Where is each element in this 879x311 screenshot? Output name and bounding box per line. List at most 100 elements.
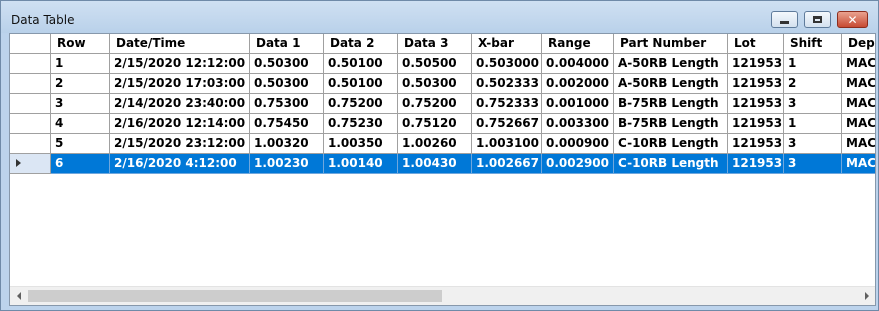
cell-data2[interactable]: 0.50100 — [324, 74, 398, 94]
row-header[interactable] — [10, 134, 51, 154]
cell-range[interactable]: 0.001000 — [542, 94, 614, 114]
column-header-part-number[interactable]: Part Number — [614, 34, 728, 54]
cell-lot[interactable]: 121953 — [728, 94, 784, 114]
row-header[interactable] — [10, 54, 51, 74]
cell-xbar[interactable]: 0.503000 — [472, 54, 542, 74]
cell-range[interactable]: 0.004000 — [542, 54, 614, 74]
scroll-right-button[interactable] — [858, 287, 875, 305]
cell-dept[interactable]: MAC — [842, 134, 875, 154]
cell-dept[interactable]: MAC — [842, 94, 875, 114]
cell-lot[interactable]: 121953 — [728, 154, 784, 174]
scroll-right-icon — [864, 292, 869, 300]
cell-data2[interactable]: 0.50100 — [324, 54, 398, 74]
table-row-selected[interactable]: 6 2/16/2020 4:12:00 1.00230 1.00140 1.00… — [10, 154, 875, 174]
column-header-range[interactable]: Range — [542, 34, 614, 54]
column-header-xbar[interactable]: X-bar — [472, 34, 542, 54]
column-header-dept[interactable]: Dep — [842, 34, 875, 54]
cell-xbar[interactable]: 0.752333 — [472, 94, 542, 114]
row-header[interactable] — [10, 94, 51, 114]
cell-dept[interactable]: MAC — [842, 74, 875, 94]
row-header[interactable] — [10, 114, 51, 134]
cell-shift[interactable]: 1 — [784, 54, 842, 74]
cell-row[interactable]: 6 — [51, 154, 110, 174]
cell-part-number[interactable]: B-75RB Length — [614, 94, 728, 114]
cell-row[interactable]: 2 — [51, 74, 110, 94]
cell-data2[interactable]: 0.75200 — [324, 94, 398, 114]
cell-shift[interactable]: 3 — [784, 134, 842, 154]
cell-datetime[interactable]: 2/15/2020 17:03:00 — [110, 74, 250, 94]
scroll-left-button[interactable] — [10, 287, 27, 305]
cell-data3[interactable]: 0.75120 — [398, 114, 472, 134]
table-row[interactable]: 2 2/15/2020 17:03:00 0.50300 0.50100 0.5… — [10, 74, 875, 94]
cell-data3[interactable]: 0.75200 — [398, 94, 472, 114]
cell-data1[interactable]: 1.00230 — [250, 154, 324, 174]
cell-dept[interactable]: MAC — [842, 114, 875, 134]
cell-shift[interactable]: 1 — [784, 114, 842, 134]
table-row[interactable]: 4 2/16/2020 12:14:00 0.75450 0.75230 0.7… — [10, 114, 875, 134]
column-header-shift[interactable]: Shift — [784, 34, 842, 54]
cell-part-number[interactable]: A-50RB Length — [614, 54, 728, 74]
cell-lot[interactable]: 121953 — [728, 114, 784, 134]
row-header[interactable] — [10, 154, 51, 174]
cell-data1[interactable]: 0.50300 — [250, 74, 324, 94]
column-header-data1[interactable]: Data 1 — [250, 34, 324, 54]
close-icon: ✕ — [847, 12, 858, 27]
cell-shift[interactable]: 2 — [784, 74, 842, 94]
cell-data3[interactable]: 1.00430 — [398, 154, 472, 174]
cell-range[interactable]: 0.003300 — [542, 114, 614, 134]
column-header-lot[interactable]: Lot — [728, 34, 784, 54]
maximize-button[interactable] — [804, 11, 831, 28]
cell-data2[interactable]: 1.00350 — [324, 134, 398, 154]
minimize-button[interactable] — [771, 11, 798, 28]
cell-datetime[interactable]: 2/16/2020 12:14:00 — [110, 114, 250, 134]
cell-lot[interactable]: 121953 — [728, 74, 784, 94]
cell-lot[interactable]: 121953 — [728, 134, 784, 154]
scrollbar-thumb[interactable] — [28, 290, 442, 302]
column-header-data2[interactable]: Data 2 — [324, 34, 398, 54]
cell-data1[interactable]: 0.75300 — [250, 94, 324, 114]
cell-data3[interactable]: 0.50500 — [398, 54, 472, 74]
cell-range[interactable]: 0.002900 — [542, 154, 614, 174]
column-header-data3[interactable]: Data 3 — [398, 34, 472, 54]
cell-range[interactable]: 0.002000 — [542, 74, 614, 94]
table-row[interactable]: 3 2/14/2020 23:40:00 0.75300 0.75200 0.7… — [10, 94, 875, 114]
cell-data2[interactable]: 1.00140 — [324, 154, 398, 174]
cell-datetime[interactable]: 2/14/2020 23:40:00 — [110, 94, 250, 114]
cell-shift[interactable]: 3 — [784, 154, 842, 174]
cell-lot[interactable]: 121953 — [728, 54, 784, 74]
cell-xbar[interactable]: 0.752667 — [472, 114, 542, 134]
table-row[interactable]: 5 2/15/2020 23:12:00 1.00320 1.00350 1.0… — [10, 134, 875, 154]
cell-xbar[interactable]: 1.002667 — [472, 154, 542, 174]
cell-shift[interactable]: 3 — [784, 94, 842, 114]
cell-row[interactable]: 5 — [51, 134, 110, 154]
cell-row[interactable]: 4 — [51, 114, 110, 134]
row-header[interactable] — [10, 74, 51, 94]
cell-row[interactable]: 3 — [51, 94, 110, 114]
table-row[interactable]: 1 2/15/2020 12:12:00 0.50300 0.50100 0.5… — [10, 54, 875, 74]
cell-part-number[interactable]: B-75RB Length — [614, 114, 728, 134]
cell-data3[interactable]: 0.50300 — [398, 74, 472, 94]
cell-dept[interactable]: MAC — [842, 154, 875, 174]
close-button[interactable]: ✕ — [837, 11, 868, 28]
cell-datetime[interactable]: 2/15/2020 12:12:00 — [110, 54, 250, 74]
cell-data1[interactable]: 0.50300 — [250, 54, 324, 74]
cell-data3[interactable]: 1.00260 — [398, 134, 472, 154]
cell-data1[interactable]: 1.00320 — [250, 134, 324, 154]
column-header-datetime[interactable]: Date/Time — [110, 34, 250, 54]
cell-range[interactable]: 0.000900 — [542, 134, 614, 154]
cell-dept[interactable]: MAC — [842, 54, 875, 74]
cell-datetime[interactable]: 2/15/2020 23:12:00 — [110, 134, 250, 154]
title-bar[interactable]: Data Table ✕ — [1, 1, 878, 33]
cell-part-number[interactable]: C-10RB Length — [614, 134, 728, 154]
column-header-row[interactable]: Row — [51, 34, 110, 54]
cell-datetime[interactable]: 2/16/2020 4:12:00 — [110, 154, 250, 174]
cell-row[interactable]: 1 — [51, 54, 110, 74]
cell-xbar[interactable]: 0.502333 — [472, 74, 542, 94]
cell-data1[interactable]: 0.75450 — [250, 114, 324, 134]
data-grid[interactable]: Row Date/Time Data 1 Data 2 Data 3 X-bar… — [9, 33, 876, 306]
cell-xbar[interactable]: 1.003100 — [472, 134, 542, 154]
cell-part-number[interactable]: A-50RB Length — [614, 74, 728, 94]
cell-part-number[interactable]: C-10RB Length — [614, 154, 728, 174]
cell-data2[interactable]: 0.75230 — [324, 114, 398, 134]
horizontal-scrollbar[interactable] — [10, 286, 875, 305]
